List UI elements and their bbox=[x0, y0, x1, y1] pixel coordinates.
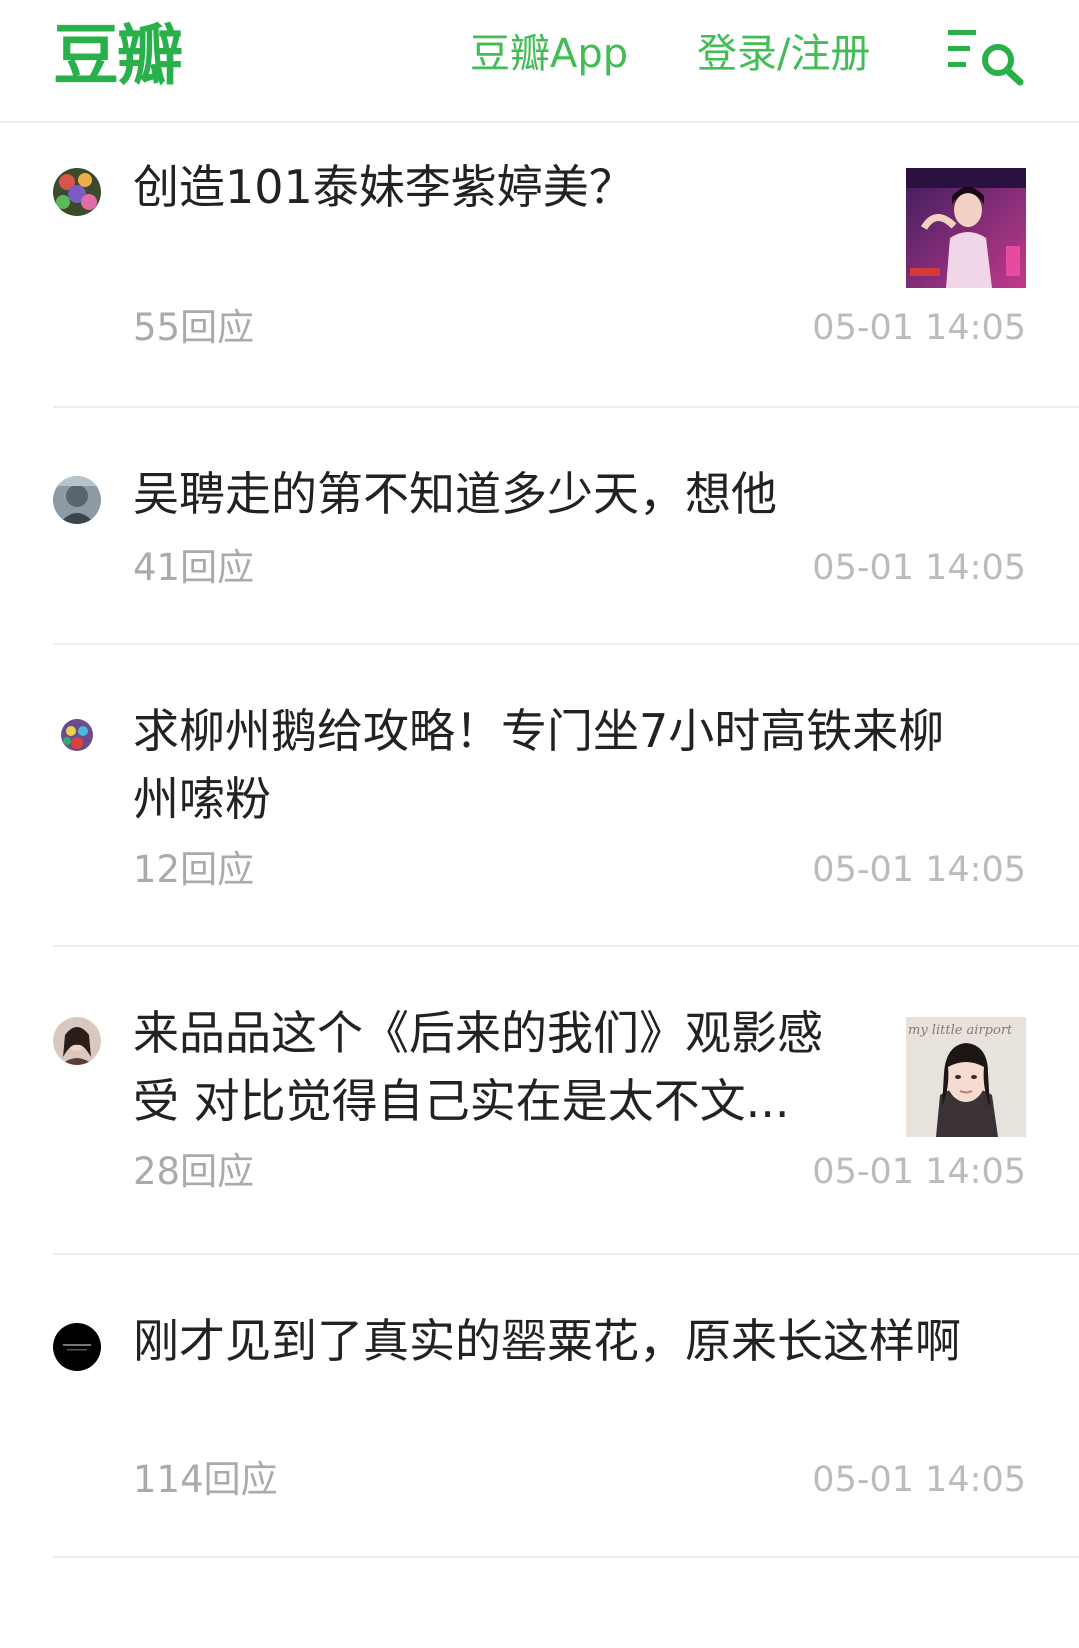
post-time: 05-01 14:05 bbox=[812, 1460, 1026, 1500]
reply-count: 41回应 bbox=[133, 546, 255, 589]
post-time: 05-01 14:05 bbox=[812, 308, 1026, 348]
douban-logo[interactable]: 豆瓣 bbox=[53, 14, 183, 98]
douban-app-link[interactable]: 豆瓣App bbox=[470, 26, 628, 82]
avatar[interactable] bbox=[53, 1017, 101, 1065]
post-title[interactable]: 刚才见到了真实的罂粟花，原来长这样啊 bbox=[133, 1307, 973, 1375]
post-time: 05-01 14:05 bbox=[812, 548, 1026, 588]
post-time: 05-01 14:05 bbox=[812, 1152, 1026, 1192]
thumbnail-caption: my little airport bbox=[908, 1023, 1013, 1038]
list-item[interactable]: 创造101泰妹李紫婷美？ 55回应 05-01 14:05 bbox=[53, 123, 1079, 408]
post-title[interactable]: 吴聘走的第不知道多少天，想他 bbox=[133, 460, 1033, 528]
avatar[interactable] bbox=[53, 168, 101, 216]
reply-count: 28回应 bbox=[133, 1150, 255, 1193]
post-title[interactable]: 创造101泰妹李紫婷美？ bbox=[133, 153, 833, 221]
reply-count: 12回应 bbox=[133, 848, 255, 891]
reply-count: 114回应 bbox=[133, 1458, 278, 1501]
list-item[interactable]: 刚才见到了真实的罂粟花，原来长这样啊 114回应 05-01 14:05 bbox=[53, 1255, 1079, 1558]
post-thumbnail[interactable] bbox=[906, 168, 1026, 288]
post-title[interactable]: 来品品这个《后来的我们》观影感受 对比觉得自己实在是太不文... bbox=[133, 999, 843, 1135]
avatar[interactable] bbox=[53, 1323, 101, 1371]
list-item[interactable]: 吴聘走的第不知道多少天，想他 41回应 05-01 14:05 bbox=[53, 408, 1079, 645]
post-thumbnail[interactable]: my little airport bbox=[906, 1017, 1026, 1137]
avatar[interactable] bbox=[53, 713, 101, 761]
post-time: 05-01 14:05 bbox=[812, 850, 1026, 890]
post-title[interactable]: 求柳州鹅给攻略！专门坐7小时高铁来柳州嗦粉 bbox=[133, 697, 953, 833]
top-nav-bar: 豆瓣 豆瓣App 登录/注册 bbox=[0, 0, 1079, 123]
login-register-link[interactable]: 登录/注册 bbox=[697, 26, 870, 82]
reply-count: 55回应 bbox=[133, 306, 255, 349]
menu-search-icon[interactable] bbox=[948, 30, 1028, 90]
avatar[interactable] bbox=[53, 476, 101, 524]
list-item[interactable]: 求柳州鹅给攻略！专门坐7小时高铁来柳州嗦粉 12回应 05-01 14:05 bbox=[53, 645, 1079, 947]
list-item[interactable]: 来品品这个《后来的我们》观影感受 对比觉得自己实在是太不文... 28回应 05… bbox=[53, 947, 1079, 1255]
